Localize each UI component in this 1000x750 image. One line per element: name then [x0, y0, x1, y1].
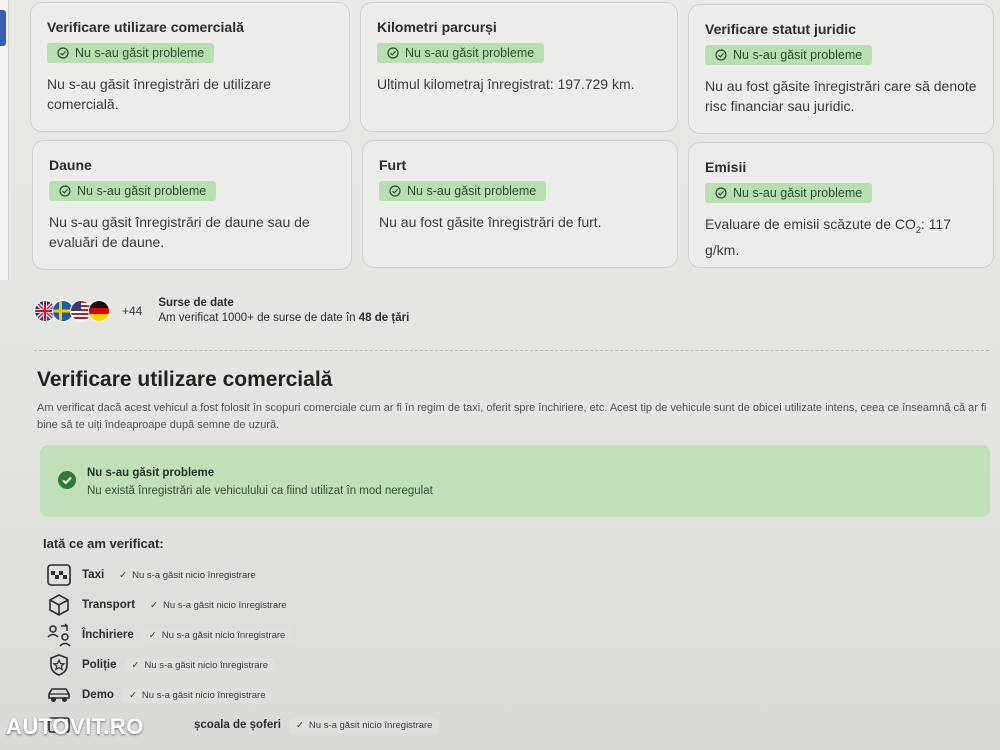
status-badge: Nu s-au găsit probleme: [377, 43, 545, 63]
check-circle-icon: [715, 187, 727, 199]
country-flags: [34, 300, 110, 322]
card-damage: Daune Nu s-au găsit probleme Nu s-au găs…: [32, 140, 352, 270]
status-text: Nu s-a găsit nicio înregistrare: [161, 629, 286, 641]
result-text: Nu există înregistrări ale vehiculului c…: [87, 485, 433, 497]
sources-description: Am verificat 1000+ de surse de date în 4…: [158, 311, 409, 326]
sidebar-edge: [0, 0, 9, 280]
card-title: Kilometri parcurși: [377, 19, 497, 35]
sources-countries: 48 de țări: [358, 312, 410, 324]
card-title: Furt: [379, 157, 407, 173]
status-pill: ✓ Nu s-a găsit nicio înregistrare: [121, 687, 273, 703]
item-label: Transport: [82, 599, 136, 611]
item-label: Poliție: [82, 659, 117, 671]
card-title: Verificare utilizare comercială: [47, 19, 244, 35]
badge-label: Nu s-au găsit probleme: [77, 184, 207, 198]
status-pill: ✓ Nu s-a găsit nicio înregistrare: [124, 657, 276, 673]
police-badge-icon: [44, 652, 74, 678]
card-text: Nu s-au găsit înregistrări de utilizare …: [47, 76, 272, 112]
item-label: Închiriere: [82, 629, 134, 641]
card-theft: Furt Nu s-au găsit probleme Nu au fost g…: [362, 140, 678, 268]
item-label: școala de șoferi: [194, 719, 281, 731]
status-pill: ✓ Nu s-a găsit nicio înregistrare: [143, 597, 294, 613]
emissions-text: Evaluare de emisii scăzute de CO: [705, 216, 916, 232]
card-legal-status: Verificare statut juridic Nu s-au găsit …: [688, 4, 994, 134]
checkmark-icon: ✓: [119, 569, 128, 581]
list-item: Taxi ✓ Nu s-a găsit nicio înregistrare: [44, 560, 439, 590]
box-icon: [44, 592, 74, 618]
status-text: Nu s-a găsit nicio înregistrare: [144, 659, 269, 671]
card-text: Nu s-au găsit înregistrări de daune sau …: [49, 214, 310, 250]
status-badge: Nu s-au găsit probleme: [49, 181, 217, 201]
section-title: Verificare utilizare comercială: [37, 368, 333, 391]
checked-title: Iată ce am verificat:: [43, 536, 164, 551]
status-badge: Nu s-au găsit probleme: [379, 181, 547, 201]
status-badge: Nu s-au găsit probleme: [705, 183, 873, 203]
sources-title: Surse de date: [158, 297, 234, 309]
status-text: Nu s-a găsit nicio înregistrare: [132, 569, 256, 581]
sources-text: Surse de date Am verificat 1000+ de surs…: [158, 296, 409, 326]
status-pill: ✓ Nu s-a găsit nicio înregistrare: [288, 717, 440, 733]
checkmark-icon: ✓: [150, 599, 159, 611]
check-circle-icon: [389, 185, 401, 197]
card-text: Nu au fost găsite înregistrări de furt.: [379, 214, 602, 230]
more-countries-count: +44: [122, 304, 143, 318]
card-title: Daune: [49, 157, 92, 173]
badge-label: Nu s-au găsit probleme: [733, 186, 863, 200]
checkmark-icon: ✓: [128, 689, 137, 701]
check-circle-icon: [58, 471, 76, 489]
car-icon: [44, 682, 74, 708]
badge-label: Nu s-au găsit probleme: [733, 48, 863, 62]
check-circle-icon: [57, 47, 69, 59]
status-text: Nu s-a găsit nicio înregistrare: [308, 719, 433, 731]
list-item: Poliție ✓ Nu s-a găsit nicio înregistrare: [44, 650, 439, 680]
watermark-logo: AUTOVIT.RO: [6, 714, 144, 739]
card-commercial-use: Verificare utilizare comercială Nu s-au …: [30, 2, 350, 132]
taxi-icon: [44, 562, 74, 588]
list-item: Transport ✓ Nu s-a găsit nicio înregistra…: [44, 590, 439, 620]
item-label: Taxi: [82, 569, 105, 581]
check-circle-icon: [715, 49, 727, 61]
result-banner: Nu s-au găsit probleme Nu există înregis…: [40, 445, 990, 517]
card-emissions: Emisii Nu s-au găsit probleme Evaluare d…: [688, 142, 994, 268]
data-sources: +44 Surse de date Am verificat 1000+ de …: [34, 296, 409, 326]
card-text: Ultimul kilometraj înregistrat: 197.729 …: [377, 76, 635, 92]
status-text: Nu s-a găsit nicio înregistrare: [141, 689, 266, 701]
card-mileage: Kilometri parcurși Nu s-au găsit problem…: [360, 2, 678, 132]
sidebar-tab[interactable]: [0, 10, 6, 46]
badge-label: Nu s-au găsit probleme: [405, 46, 535, 60]
list-item: Demo ✓ Nu s-a găsit nicio înregistrare: [44, 680, 439, 710]
checkmark-icon: ✓: [131, 659, 140, 671]
sources-description-text: Am verificat 1000+ de surse de date în: [158, 312, 359, 324]
checkmark-icon: ✓: [148, 629, 157, 641]
rental-icon: [44, 622, 74, 648]
card-title: Emisii: [705, 159, 747, 175]
result-title: Nu s-au găsit probleme: [87, 467, 215, 479]
badge-label: Nu s-au găsit probleme: [407, 184, 537, 198]
list-item: Închiriere ✓ Nu s-a găsit nicio înregistr…: [44, 620, 439, 650]
check-circle-icon: [387, 47, 399, 59]
page: Verificare utilizare comercială Nu s-au …: [0, 0, 1000, 750]
section-divider: [34, 350, 989, 351]
status-badge: Nu s-au găsit probleme: [47, 43, 215, 63]
status-badge: Nu s-au găsit probleme: [705, 45, 873, 65]
item-label: Demo: [82, 689, 114, 701]
status-text: Nu s-a găsit nicio înregistrare: [163, 599, 287, 611]
check-circle-icon: [59, 185, 71, 197]
germany-flag-icon: [88, 300, 110, 322]
checked-list: Taxi ✓ Nu s-a găsit nicio înregistrare Tr…: [44, 560, 440, 740]
card-text: Nu au fost găsite înregistrări care să d…: [705, 78, 977, 114]
checkmark-icon: ✓: [295, 719, 304, 731]
status-pill: ✓ Nu s-a găsit nicio înregistrare: [141, 627, 293, 643]
status-pill: ✓ Nu s-a găsit nicio înregistrare: [112, 567, 263, 583]
card-title: Verificare statut juridic: [705, 21, 856, 37]
card-text: Evaluare de emisii scăzute de CO2: 117 g…: [705, 214, 977, 260]
badge-label: Nu s-au găsit probleme: [75, 46, 205, 60]
section-description: Am verificat dacă acest vehicul a fost f…: [37, 402, 987, 431]
